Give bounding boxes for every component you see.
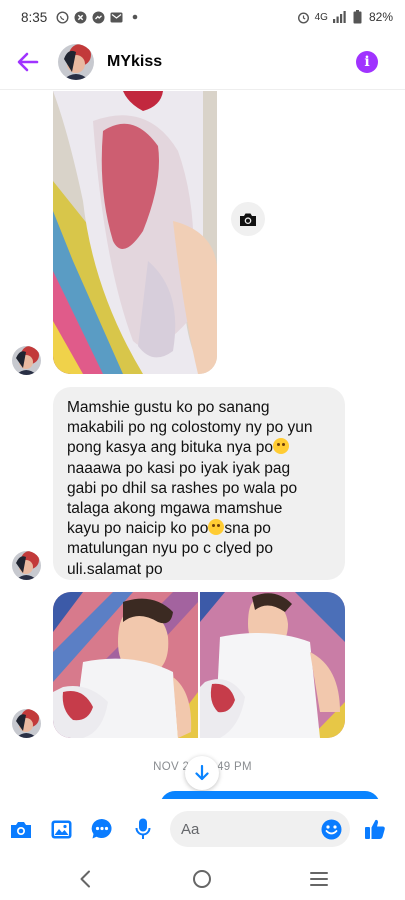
composer-bar: Aa: [0, 800, 405, 858]
message-line: kayu po naicip ko po: [67, 520, 209, 538]
contact-avatar[interactable]: [58, 43, 94, 80]
avatar[interactable]: [12, 709, 41, 738]
avatar[interactable]: [12, 551, 41, 580]
shared-photo[interactable]: [53, 592, 198, 738]
status-bar: 8:35 4G 82%: [0, 0, 405, 34]
photo-group: [53, 592, 345, 738]
chat-bubble-icon[interactable]: [91, 818, 113, 840]
status-time: 8:35: [21, 9, 48, 25]
shared-photo[interactable]: [200, 592, 345, 738]
thumbs-up-icon[interactable]: [364, 818, 386, 840]
contact-name[interactable]: MYkiss: [107, 53, 162, 71]
arrow-down-icon: [195, 765, 209, 781]
camera-icon[interactable]: [10, 818, 32, 840]
info-icon[interactable]: i: [356, 50, 378, 73]
network-type: 4G: [314, 11, 328, 23]
outgoing-message-bubble[interactable]: [160, 791, 380, 799]
message-line: matulungan nyu po c clyed po: [67, 540, 273, 558]
dot-icon: [128, 11, 141, 24]
message-bubble[interactable]: Mamshie gustu ko po sanang makabili po n…: [53, 387, 345, 580]
battery-percent: 82%: [368, 10, 393, 24]
microphone-icon[interactable]: [132, 818, 153, 840]
conversation-header: MYkiss i: [0, 34, 405, 90]
message-line: gabi po dhil sa rashes po wala po: [67, 479, 298, 497]
message-input[interactable]: Aa: [170, 811, 350, 847]
shared-photo[interactable]: [53, 91, 217, 374]
whatsapp-icon: [56, 10, 69, 24]
emoji-icon[interactable]: [321, 819, 342, 844]
nav-menu-icon[interactable]: [308, 868, 330, 890]
mail-icon: [110, 11, 123, 24]
back-button[interactable]: [4, 34, 52, 90]
signal-icon: [332, 11, 346, 24]
nav-home-icon[interactable]: [191, 868, 213, 890]
message-input-placeholder: Aa: [181, 820, 200, 838]
battery-icon: [351, 10, 364, 24]
message-line: naaawa po kasi po iyak iyak pag: [67, 459, 291, 477]
camera-icon[interactable]: [231, 202, 265, 236]
nav-back-icon[interactable]: [74, 868, 96, 890]
messenger-status-icon: [92, 11, 105, 24]
crying-emoji-icon: [272, 438, 289, 455]
message-line: uli.salamat po: [67, 560, 163, 578]
gallery-icon[interactable]: [51, 818, 72, 840]
back-arrow-icon: [17, 52, 39, 71]
close-circle-icon: [74, 11, 87, 24]
message-line: pong kasya ang bituka nya po: [67, 439, 273, 457]
message-line: talaga akong mgawa mamshue: [67, 500, 283, 518]
message-list[interactable]: Mamshie gustu ko po sanang makabili po n…: [0, 91, 405, 799]
message-line: Mamshie gustu ko po sanang: [67, 399, 270, 416]
message-line: makabili po ng colostomy ny po yun: [67, 419, 313, 437]
message-line: sna po: [224, 520, 271, 538]
avatar[interactable]: [12, 346, 41, 375]
crying-emoji-icon: [208, 519, 225, 536]
scroll-to-bottom-button[interactable]: [185, 756, 219, 790]
system-navigation-bar: [0, 858, 405, 900]
alarm-icon: [297, 11, 310, 24]
